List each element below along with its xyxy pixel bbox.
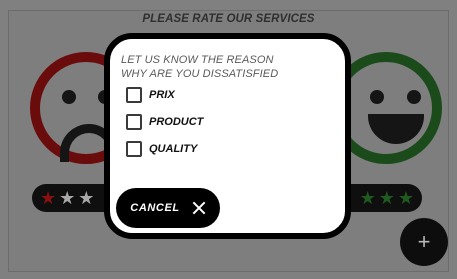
option-product[interactable]: PRODUCT [126,114,203,130]
star-icon[interactable]: ★ [379,189,395,207]
dialog-heading-line-1: LET US KNOW THE REASON [121,54,274,66]
left-eye [370,90,384,104]
option-prix[interactable]: PRIX [126,87,175,103]
option-label: PRIX [149,89,175,101]
option-label: PRODUCT [149,116,204,128]
option-quality[interactable]: QUALITY [126,141,197,157]
dialog-heading-line-2: WHY ARE YOU DISSATISFIED [121,68,279,80]
cancel-label: CANCEL [130,202,180,214]
right-eye [407,90,421,104]
close-icon [192,201,206,215]
left-eye [62,90,76,104]
cancel-button[interactable]: CANCEL [116,188,220,228]
product-checkbox[interactable] [126,114,142,130]
option-label: QUALITY [149,143,198,155]
star-icon[interactable]: ★ [360,189,376,207]
star-icon[interactable]: ★ [78,189,94,207]
plus-icon: + [417,229,431,254]
page-title: PLEASE RATE OUR SERVICES [142,13,315,25]
quality-checkbox[interactable] [126,141,142,157]
reason-dialog: LET US KNOW THE REASON WHY ARE YOU DISSA… [104,33,351,239]
star-icon[interactable]: ★ [59,189,75,207]
star-icon[interactable]: ★ [398,189,414,207]
dialog-heading: LET US KNOW THE REASON WHY ARE YOU DISSA… [121,53,278,81]
prix-checkbox[interactable] [126,87,142,103]
add-button[interactable]: + [400,218,448,266]
star-icon[interactable]: ★ [40,189,56,207]
smile-mouth [368,114,424,144]
